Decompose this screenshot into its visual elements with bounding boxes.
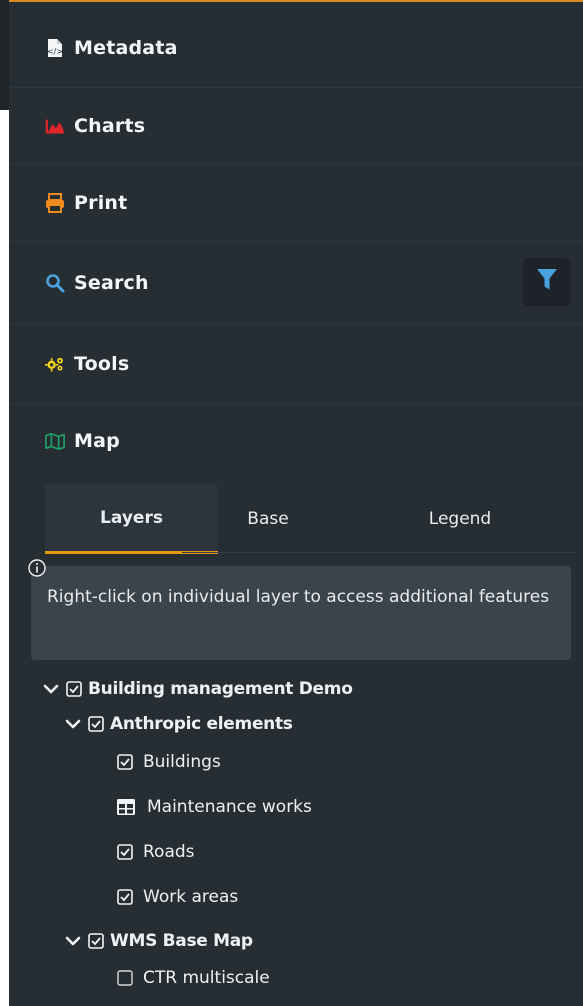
chevron-down-icon[interactable] xyxy=(65,933,81,949)
tab-layers[interactable]: Layers xyxy=(45,484,218,554)
chevron-down-icon[interactable] xyxy=(65,716,81,732)
menu-label: Map xyxy=(74,430,120,452)
tree-label: WMS Base Map xyxy=(110,931,253,951)
menu-label: Charts xyxy=(74,115,146,137)
menu-item-charts[interactable]: Charts xyxy=(9,88,583,165)
info-text: Right-click on individual layer to acces… xyxy=(47,587,550,607)
menu-label: Metadata xyxy=(74,36,178,59)
menu-item-tools[interactable]: Tools xyxy=(9,324,583,404)
filter-button[interactable] xyxy=(523,258,570,306)
tab-label: Layers xyxy=(100,507,163,528)
tree-label: Anthropic elements xyxy=(110,714,293,734)
info-icon xyxy=(28,559,46,577)
map-icon xyxy=(45,431,65,451)
checkbox-checked-icon[interactable] xyxy=(88,933,104,949)
checkbox-checked-icon[interactable] xyxy=(117,889,133,905)
tree-label: Maintenance works xyxy=(147,797,312,817)
checkbox-checked-icon[interactable] xyxy=(66,681,82,697)
tree-node-root[interactable]: Building management Demo xyxy=(43,674,353,704)
tree-node-anthropic-elements[interactable]: Anthropic elements xyxy=(65,709,293,739)
tree-node-wms-base-map[interactable]: WMS Base Map xyxy=(65,926,253,956)
layer-ctr-multiscale[interactable]: CTR multiscale xyxy=(117,963,270,993)
menu-label: Tools xyxy=(74,352,130,375)
layer-buildings[interactable]: Buildings xyxy=(117,747,221,777)
page-edge xyxy=(0,0,9,1006)
search-icon xyxy=(45,273,65,293)
checkbox-unchecked-icon[interactable] xyxy=(117,970,133,986)
page-edge-fragment xyxy=(0,0,9,110)
chevron-down-icon[interactable] xyxy=(43,681,59,697)
menu-item-map[interactable]: Map xyxy=(9,404,583,478)
tree-label: Buildings xyxy=(143,752,221,772)
checkbox-checked-icon[interactable] xyxy=(88,716,104,732)
file-code-icon: </> xyxy=(45,38,65,58)
layer-work-areas[interactable]: Work areas xyxy=(117,882,238,912)
menu-item-print[interactable]: Print xyxy=(9,165,583,242)
tab-divider xyxy=(182,552,576,553)
layer-roads[interactable]: Roads xyxy=(117,837,195,867)
svg-text:</>: </> xyxy=(47,47,63,56)
filter-icon xyxy=(536,268,558,296)
menu-label: Print xyxy=(74,192,128,214)
map-tabs: Layers Base Legend xyxy=(45,484,571,554)
tree-label: Roads xyxy=(143,842,195,862)
info-message: Right-click on individual layer to acces… xyxy=(31,566,571,660)
tab-base[interactable]: Base xyxy=(218,484,318,554)
checkbox-checked-icon[interactable] xyxy=(117,844,133,860)
tree-label: CTR multiscale xyxy=(143,968,270,988)
menu-item-metadata[interactable]: </> Metadata xyxy=(9,8,583,88)
tab-legend[interactable]: Legend xyxy=(385,484,535,554)
layer-maintenance-works[interactable]: Maintenance works xyxy=(117,792,312,822)
tree-label: Work areas xyxy=(143,887,239,907)
cogs-icon xyxy=(45,354,65,374)
table-icon xyxy=(117,799,135,815)
tree-label: Building management Demo xyxy=(88,679,353,699)
checkbox-checked-icon[interactable] xyxy=(117,754,133,770)
side-panel: </> Metadata Charts Print Search Tools M… xyxy=(9,0,583,1006)
tab-label: Base xyxy=(247,509,289,529)
menu-item-search[interactable]: Search xyxy=(9,242,583,324)
tab-label: Legend xyxy=(428,509,492,529)
menu-label: Search xyxy=(74,271,149,294)
printer-icon xyxy=(45,193,65,213)
area-chart-icon xyxy=(45,116,65,136)
top-accent-bar xyxy=(9,0,583,2)
